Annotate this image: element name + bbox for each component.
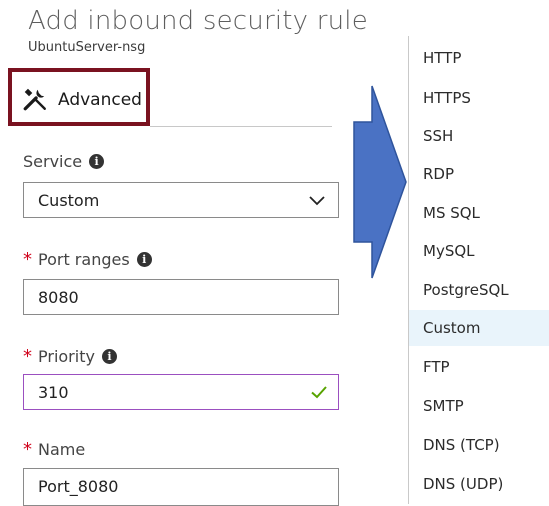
required-asterisk: * <box>23 248 32 270</box>
service-label-text: Service <box>23 152 83 171</box>
service-option[interactable]: HTTPS <box>409 80 549 116</box>
service-option[interactable]: SSH <box>409 118 549 154</box>
port-ranges-label-text: Port ranges <box>38 250 130 269</box>
service-option[interactable]: MySQL <box>409 233 549 269</box>
service-option[interactable]: HTTP <box>409 40 549 76</box>
port-ranges-input[interactable]: 8080 <box>23 279 339 315</box>
panel-subtitle: UbuntuServer-nsg <box>28 40 146 55</box>
service-option[interactable]: RDP <box>409 156 549 192</box>
name-label-text: Name <box>38 440 86 459</box>
priority-label: * Priority i <box>23 347 117 366</box>
info-icon[interactable]: i <box>89 154 105 169</box>
name-input[interactable]: Port_8080 <box>23 468 339 506</box>
service-options-list: HTTP HTTPS SSH RDP MS SQL MySQL PostgreS… <box>408 36 549 504</box>
tools-icon[interactable] <box>22 86 48 112</box>
info-icon[interactable]: i <box>136 252 152 267</box>
service-option[interactable]: DNS (TCP) <box>409 427 549 463</box>
port-ranges-label: * Port ranges i <box>23 250 152 269</box>
service-option[interactable]: PostgreSQL <box>409 272 549 308</box>
required-asterisk: * <box>23 438 32 460</box>
priority-input[interactable]: 310 <box>23 374 339 410</box>
service-option[interactable]: DNS (UDP) <box>409 466 549 502</box>
panel-title: Add inbound security rule <box>28 6 368 36</box>
name-value: Port_8080 <box>38 477 119 496</box>
info-icon[interactable]: i <box>101 349 117 364</box>
priority-label-text: Priority <box>38 347 95 366</box>
service-dropdown[interactable]: Custom <box>23 182 339 218</box>
priority-value: 310 <box>38 383 69 402</box>
service-option[interactable]: FTP <box>409 349 549 385</box>
service-option[interactable]: SMTP <box>409 388 549 424</box>
required-asterisk: * <box>23 345 32 367</box>
checkmark-icon <box>311 386 327 399</box>
header-divider <box>150 126 332 127</box>
service-value: Custom <box>38 191 100 210</box>
port-ranges-value: 8080 <box>38 288 79 307</box>
service-label: Service i <box>23 152 105 171</box>
chevron-down-icon <box>309 196 325 206</box>
name-label: * Name <box>23 440 85 459</box>
advanced-button[interactable]: Advanced <box>58 90 142 110</box>
callout-arrow <box>353 85 407 279</box>
service-option[interactable]: MS SQL <box>409 195 549 231</box>
service-option-selected[interactable]: Custom <box>409 310 549 346</box>
